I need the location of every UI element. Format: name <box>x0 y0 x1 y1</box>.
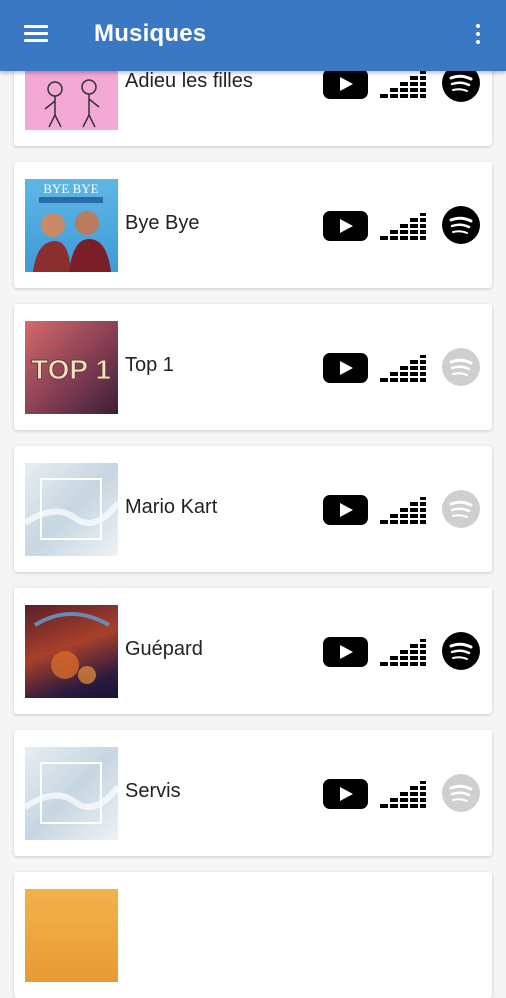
deezer-icon[interactable] <box>380 497 426 524</box>
album-cover <box>25 463 118 556</box>
song-card[interactable]: BYE BYE Bye Bye <box>14 162 492 288</box>
deezer-icon[interactable] <box>380 639 426 666</box>
deezer-icon[interactable] <box>380 213 426 240</box>
spotify-icon[interactable] <box>442 632 480 670</box>
album-cover: BYE BYE <box>25 179 118 272</box>
song-title: Mario Kart <box>125 496 218 518</box>
song-title: Top 1 <box>125 354 174 376</box>
youtube-icon[interactable] <box>323 211 368 241</box>
more-vertical-icon[interactable] <box>470 24 486 48</box>
spotify-icon[interactable] <box>442 490 480 528</box>
song-title: Servis <box>125 780 181 802</box>
song-card[interactable]: Mario Kart <box>14 446 492 572</box>
spotify-icon[interactable] <box>442 348 480 386</box>
cover-text: TOP 1 <box>31 354 111 385</box>
deezer-icon[interactable] <box>380 355 426 382</box>
app-bar: Musiques <box>0 0 506 71</box>
song-card[interactable]: Guépard <box>14 588 492 714</box>
youtube-icon[interactable] <box>323 637 368 667</box>
song-card[interactable] <box>14 872 492 998</box>
song-card[interactable]: TOP 1 Top 1 <box>14 304 492 430</box>
youtube-icon[interactable] <box>323 495 368 525</box>
deezer-icon[interactable] <box>380 71 426 98</box>
youtube-icon[interactable] <box>323 779 368 809</box>
song-title: Bye Bye <box>125 212 200 234</box>
album-cover <box>25 605 118 698</box>
song-title: Guépard <box>125 638 203 660</box>
spotify-icon[interactable] <box>442 206 480 244</box>
album-cover <box>25 889 118 982</box>
album-cover <box>25 747 118 840</box>
song-list: Adieu les filles BYE BYE Bye Bye TOP 1 T… <box>0 0 506 998</box>
youtube-icon[interactable] <box>323 353 368 383</box>
cover-text: BYE BYE <box>43 181 98 196</box>
deezer-icon[interactable] <box>380 781 426 808</box>
page-title: Musiques <box>94 20 207 47</box>
song-card[interactable]: Servis <box>14 730 492 856</box>
youtube-icon[interactable] <box>323 69 368 99</box>
hamburger-menu-icon[interactable] <box>24 25 48 43</box>
song-title: Adieu les filles <box>125 70 253 92</box>
album-cover: TOP 1 <box>25 321 118 414</box>
spotify-icon[interactable] <box>442 774 480 812</box>
